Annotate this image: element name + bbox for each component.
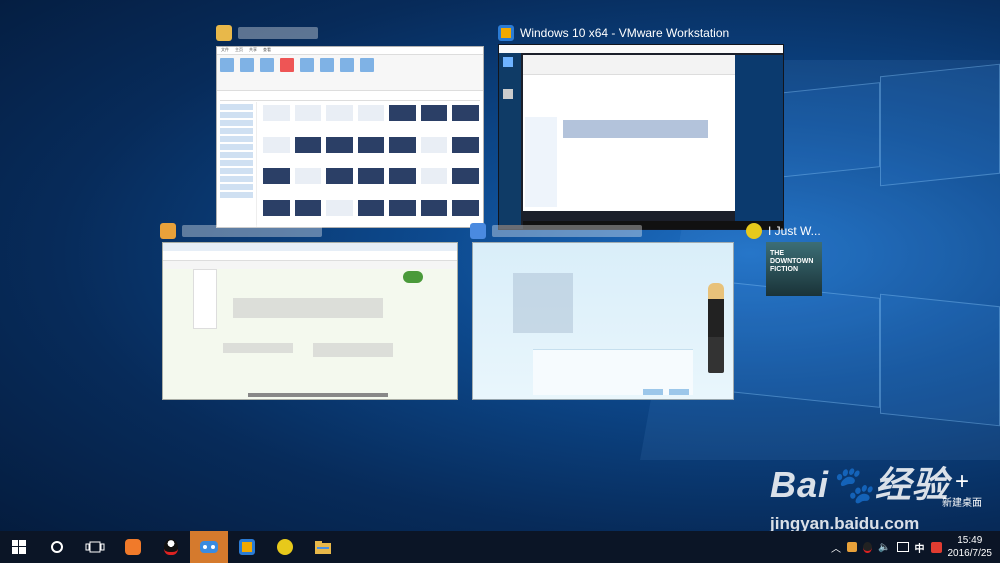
window-thumbnail-explorer[interactable]: 文件 主页 共享 查看 (216, 22, 484, 228)
task-view-icon (85, 541, 105, 553)
browser-app-icon (125, 539, 141, 555)
browser-icon (160, 223, 176, 239)
vmware-preview (498, 44, 784, 230)
clock-time: 15:49 (957, 535, 983, 546)
window-thumbnail-music[interactable]: I Just W... THE DOWNTOWN FICTION (746, 220, 830, 300)
window-title: Windows 10 x64 - VMware Workstation (520, 26, 730, 40)
qq-icon (164, 539, 178, 555)
taskbar-vmware[interactable] (228, 531, 266, 563)
cortana-icon (51, 541, 63, 553)
start-button[interactable] (0, 531, 38, 563)
file-explorer-icon (315, 540, 331, 554)
taskbar-game[interactable] (190, 531, 228, 563)
qq-tray-icon[interactable] (863, 541, 873, 553)
wallpaper-pane (880, 293, 1000, 427)
window-header (216, 22, 318, 44)
window-header (160, 220, 322, 242)
wallpaper-pane (880, 63, 1000, 187)
browser-preview (162, 242, 458, 400)
windows-logo-icon (12, 540, 26, 554)
window-header: I Just W... (746, 220, 821, 242)
system-tray: ︿ 🔈 中 15:49 2016/7/25 (831, 531, 1000, 563)
baidu-watermark: Bai🐾经验 jingyan.baidu.com (770, 456, 949, 534)
blurred-title (182, 225, 322, 237)
vmware-icon (239, 539, 255, 555)
music-app-icon (277, 539, 293, 555)
music-icon (746, 223, 762, 239)
wallpaper-pane (730, 282, 880, 408)
vmware-icon (498, 25, 514, 41)
album-text: THE DOWNTOWN FICTION (770, 250, 814, 273)
volume-icon[interactable]: 🔈 (878, 542, 890, 553)
window-thumbnail-vmware[interactable]: Windows 10 x64 - VMware Workstation (498, 22, 786, 230)
qq-preview (472, 242, 734, 400)
taskbar-qq[interactable] (152, 531, 190, 563)
clock-date: 2016/7/25 (947, 548, 993, 559)
blurred-title (238, 27, 318, 39)
chevron-up-icon[interactable]: ︿ (831, 540, 841, 555)
task-view-button[interactable] (76, 531, 114, 563)
watermark-logo: Bai🐾经验 (770, 464, 949, 505)
ime-indicator[interactable]: 中 (915, 540, 925, 555)
window-title: I Just W... (768, 224, 821, 238)
window-header: Windows 10 x64 - VMware Workstation (498, 22, 729, 44)
taskbar: ︿ 🔈 中 15:49 2016/7/25 (0, 531, 1000, 563)
cortana-button[interactable] (38, 531, 76, 563)
clock[interactable]: 15:49 2016/7/25 (948, 534, 993, 560)
taskbar-explorer[interactable] (304, 531, 342, 563)
qq-window-icon (470, 223, 486, 239)
sogou-icon[interactable] (930, 541, 942, 553)
album-cover: THE DOWNTOWN FICTION (766, 242, 822, 296)
window-thumbnail-browser[interactable] (160, 220, 458, 402)
game-app-icon (200, 541, 218, 553)
taskbar-browser[interactable] (114, 531, 152, 563)
window-thumbnail-qq[interactable] (470, 220, 734, 402)
blurred-title (492, 225, 642, 237)
window-header (470, 220, 642, 242)
folder-icon (216, 25, 232, 41)
taskbar-music[interactable] (266, 531, 304, 563)
tray-app-icon[interactable] (847, 542, 858, 552)
action-center-icon[interactable] (896, 542, 909, 552)
explorer-preview: 文件 主页 共享 查看 (216, 46, 484, 228)
